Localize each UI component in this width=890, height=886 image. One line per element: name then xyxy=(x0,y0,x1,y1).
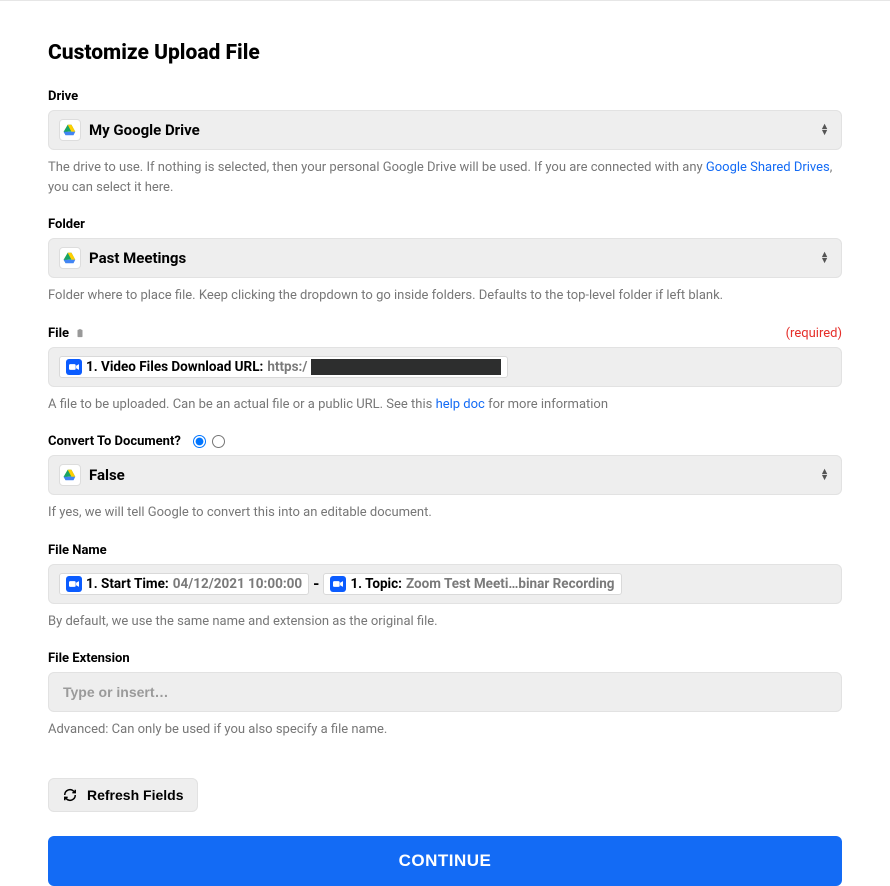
select-drive[interactable]: My Google Drive ▲▼ xyxy=(48,110,842,150)
select-folder-value: Past Meetings xyxy=(89,249,186,267)
help-folder: Folder where to place file. Keep clickin… xyxy=(48,286,842,306)
refresh-label: Refresh Fields xyxy=(87,787,183,803)
redacted-url xyxy=(311,359,501,375)
help-filename: By default, we use the same name and ext… xyxy=(48,612,842,632)
input-file[interactable]: 1. Video Files Download URL: https:/ xyxy=(48,347,842,387)
field-filename: File Name 1. Start Time: 04/12/2021 10:0… xyxy=(48,543,842,632)
zoom-icon xyxy=(66,576,82,592)
chevron-updown-icon: ▲▼ xyxy=(820,469,829,481)
link-help-doc[interactable]: help doc xyxy=(436,397,485,412)
field-drive: Drive My Google Drive ▲▼ The drive to us… xyxy=(48,89,842,197)
chevron-updown-icon: ▲▼ xyxy=(820,252,829,264)
help-drive: The drive to use. If nothing is selected… xyxy=(48,158,842,197)
zoom-icon xyxy=(66,359,82,375)
help-file: A file to be uploaded. Can be an actual … xyxy=(48,395,842,415)
google-drive-icon xyxy=(59,247,81,269)
field-file: File (required) 1. Video Files Download … xyxy=(48,326,842,415)
pill-file-url[interactable]: 1. Video Files Download URL: https:/ xyxy=(59,356,508,378)
select-drive-value: My Google Drive xyxy=(89,121,200,139)
pill-start-time[interactable]: 1. Start Time: 04/12/2021 10:00:00 xyxy=(59,573,309,595)
google-drive-icon xyxy=(59,119,81,141)
pill-file-label: 1. Video Files Download URL: xyxy=(86,359,263,375)
select-convert[interactable]: False ▲▼ xyxy=(48,455,842,495)
page-title: Customize Upload File xyxy=(48,41,842,65)
pill-topic-label: 1. Topic: xyxy=(350,576,402,592)
pill-topic[interactable]: 1. Topic: Zoom Test Meeti…binar Recordin… xyxy=(323,573,621,595)
refresh-icon xyxy=(63,788,77,802)
input-ext[interactable] xyxy=(48,672,842,712)
clipboard-icon xyxy=(75,328,85,338)
help-convert: If yes, we will tell Google to convert t… xyxy=(48,503,842,523)
zoom-icon xyxy=(330,576,346,592)
label-drive: Drive xyxy=(48,89,78,104)
field-folder: Folder Past Meetings ▲▼ Folder where to … xyxy=(48,217,842,306)
google-drive-icon xyxy=(59,464,81,486)
pill-topic-value: Zoom Test Meeti…binar Recording xyxy=(406,576,615,592)
label-convert: Convert To Document? xyxy=(48,434,225,449)
select-folder[interactable]: Past Meetings ▲▼ xyxy=(48,238,842,278)
chevron-updown-icon: ▲▼ xyxy=(820,124,829,136)
field-convert: Convert To Document? False ▲▼ If yes, we… xyxy=(48,434,842,523)
refresh-fields-button[interactable]: Refresh Fields xyxy=(48,778,198,812)
required-badge: (required) xyxy=(786,326,842,341)
input-filename[interactable]: 1. Start Time: 04/12/2021 10:00:00 - 1. … xyxy=(48,564,842,604)
label-file: File xyxy=(48,326,85,341)
pill-start-time-label: 1. Start Time: xyxy=(86,576,169,592)
radio-convert-1[interactable] xyxy=(193,435,206,448)
separator: - xyxy=(313,574,319,593)
label-folder: Folder xyxy=(48,217,85,232)
pill-start-time-value: 04/12/2021 10:00:00 xyxy=(173,576,302,592)
radio-convert-2[interactable] xyxy=(212,435,225,448)
select-convert-value: False xyxy=(89,466,125,484)
pill-file-prefix: https:/ xyxy=(267,359,307,375)
label-filename: File Name xyxy=(48,543,107,558)
continue-button[interactable]: CONTINUE xyxy=(48,836,842,886)
label-ext: File Extension xyxy=(48,651,130,666)
field-ext: File Extension Advanced: Can only be use… xyxy=(48,651,842,740)
link-shared-drives[interactable]: Google Shared Drives xyxy=(706,160,830,175)
help-ext: Advanced: Can only be used if you also s… xyxy=(48,720,842,740)
